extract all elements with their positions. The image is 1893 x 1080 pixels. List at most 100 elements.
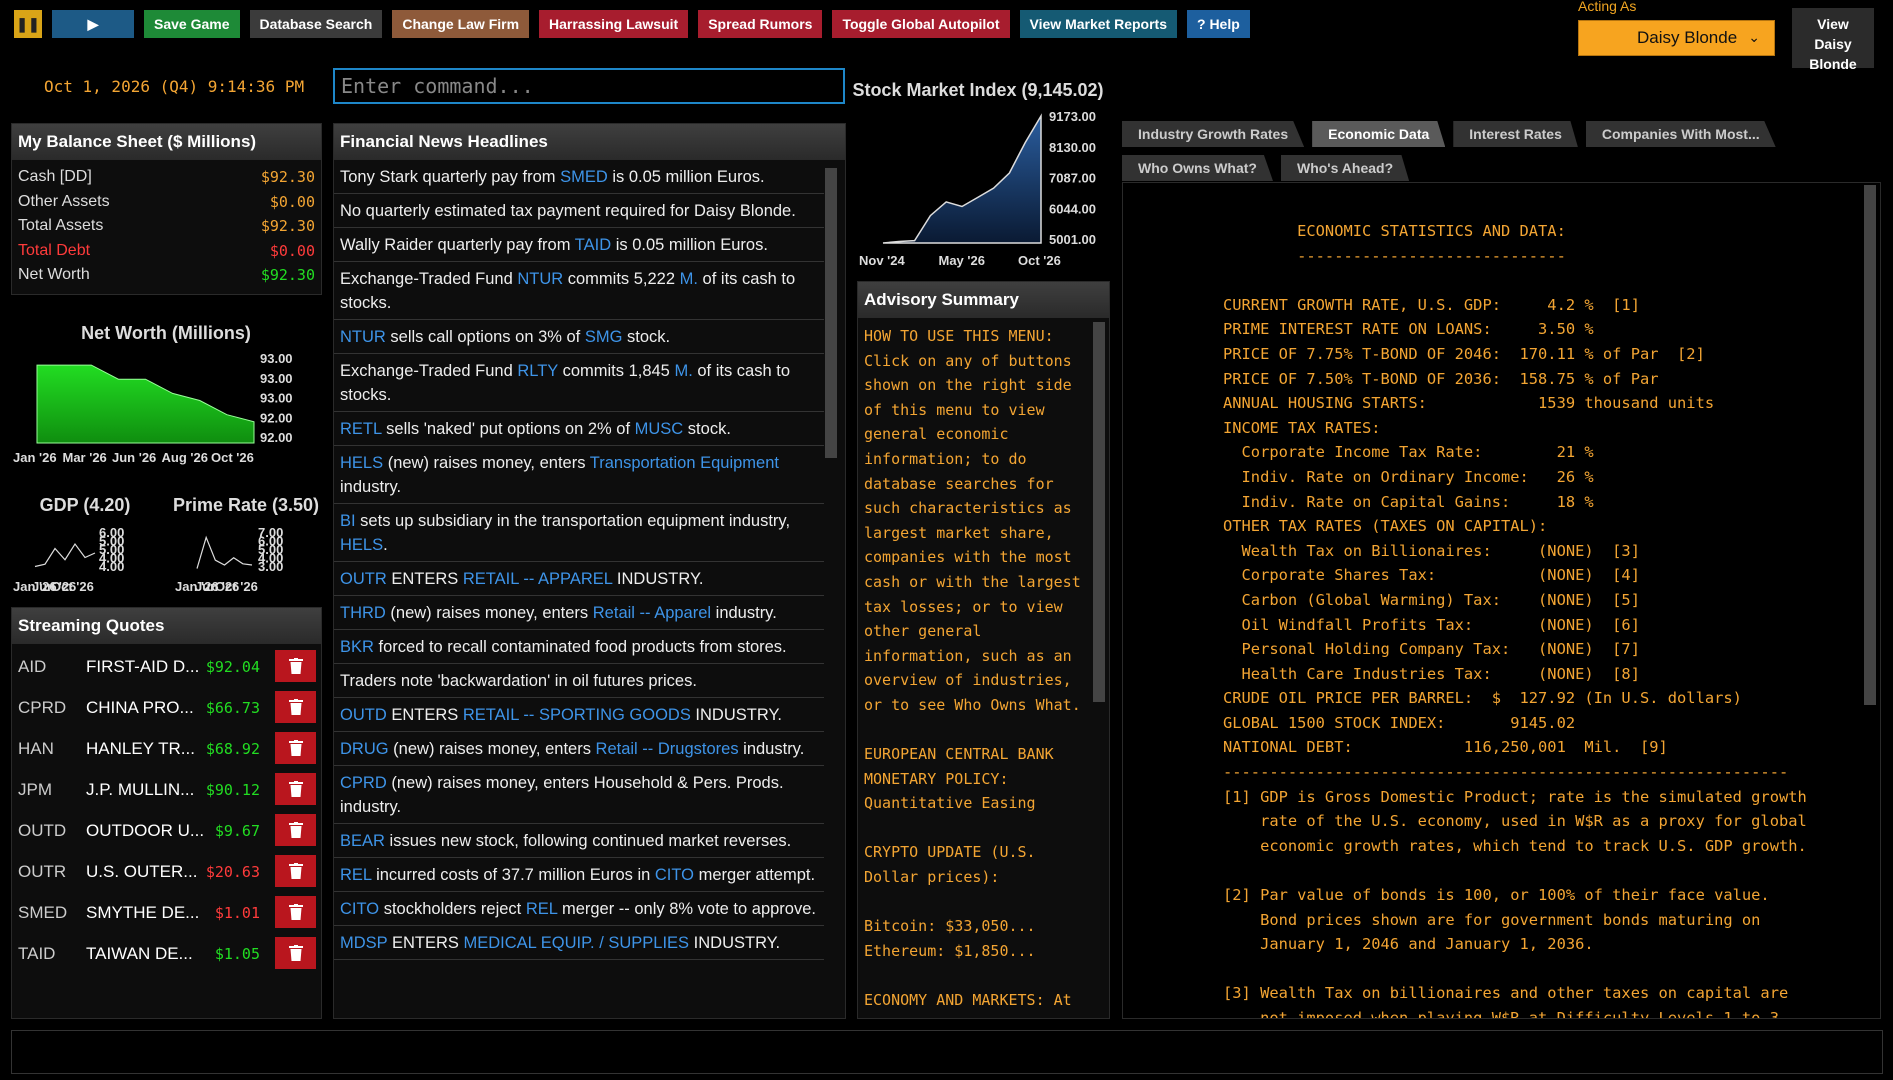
news-link[interactable]: MDSP — [340, 934, 387, 952]
news-link[interactable]: MUSC — [635, 420, 684, 438]
harrassing-lawsuit-button[interactable]: Harrassing Lawsuit — [539, 10, 689, 38]
news-item: Exchange-Traded Fund NTUR commits 5,222 … — [334, 262, 824, 320]
balance-value: $92.30 — [260, 168, 315, 187]
news-panel: Financial News Headlines Tony Stark quar… — [333, 123, 846, 1019]
news-link[interactable]: Retail -- Drugstores — [596, 740, 739, 758]
quote-row[interactable]: SMED SMYTHE DE... $1.01 — [12, 892, 321, 933]
remove-quote-button[interactable] — [275, 732, 316, 764]
news-link[interactable]: NTUR — [340, 328, 386, 346]
news-link[interactable]: HELS — [340, 454, 383, 472]
remove-quote-button[interactable] — [275, 814, 316, 846]
tab-companies-with-most[interactable]: Companies With Most... — [1585, 121, 1776, 147]
chart-title: GDP (4.20) — [40, 495, 131, 515]
y-tick-label: 93.00 — [260, 391, 293, 406]
remove-quote-button[interactable] — [275, 937, 316, 969]
news-text: (new) raises money, enters — [385, 604, 593, 622]
quote-symbol: OUTR — [18, 861, 67, 881]
news-link[interactable]: OUTD — [340, 706, 387, 724]
view-player-button[interactable]: View Daisy Blonde — [1792, 8, 1874, 72]
news-link[interactable]: CITO — [340, 900, 379, 918]
remove-quote-button[interactable] — [275, 650, 316, 682]
news-text: Tony Stark quarterly pay from — [340, 168, 561, 186]
news-link[interactable]: RETAIL -- APPAREL — [463, 570, 612, 588]
quote-list: AID FIRST-AID D... $92.04 CPRD CHINA PRO... $… — [12, 644, 321, 974]
spread-rumors-button[interactable]: Spread Rumors — [698, 10, 823, 38]
streaming-quotes-title: Streaming Quotes — [12, 608, 321, 644]
econ-scrollbar[interactable] — [1864, 185, 1876, 705]
remove-quote-button[interactable] — [275, 896, 316, 928]
news-link[interactable]: CPRD — [340, 774, 387, 792]
tab-economic-data[interactable]: Economic Data — [1312, 121, 1446, 147]
news-link[interactable]: SMG — [585, 328, 623, 346]
play-button[interactable]: ▶ — [52, 10, 134, 38]
acting-as-select[interactable]: Daisy Blonde ⌄ — [1578, 20, 1775, 56]
quote-row[interactable]: TAID TAIWAN DE... $1.05 — [12, 933, 321, 974]
news-link[interactable]: HELS — [340, 536, 383, 554]
news-link[interactable]: DRUG — [340, 740, 389, 758]
view-market-reports-button[interactable]: View Market Reports — [1019, 10, 1177, 38]
news-link[interactable]: Transportation Equipment — [590, 454, 779, 472]
news-link[interactable]: NTUR — [517, 270, 563, 288]
news-text: No quarterly estimated tax payment requi… — [340, 202, 796, 220]
news-link[interactable]: RETAIL -- SPORTING GOODS — [463, 706, 691, 724]
x-tick-label: Jun '26 — [112, 450, 156, 465]
balance-row: Other Assets $0.00 — [12, 190, 321, 215]
news-link[interactable]: RLTY — [517, 362, 558, 380]
toggle-autopilot-button[interactable]: Toggle Global Autopilot — [832, 10, 1010, 38]
news-text: sets up subsidiary in the transportation… — [355, 512, 791, 530]
news-link[interactable]: SMED — [560, 168, 608, 186]
balance-label: Cash [DD] — [18, 168, 92, 186]
news-text: ENTERS — [386, 570, 463, 588]
news-link[interactable]: MEDICAL EQUIP. / SUPPLIES — [463, 934, 689, 952]
save-game-button[interactable]: Save Game — [144, 10, 240, 38]
tab-who-owns-what[interactable]: Who Owns What? — [1122, 155, 1273, 181]
quote-row[interactable]: AID FIRST-AID D... $92.04 — [12, 646, 321, 687]
news-link[interactable]: BEAR — [340, 832, 385, 850]
news-text: merger -- only 8% vote to approve. — [557, 900, 816, 918]
pause-button[interactable]: ❚❚ — [14, 10, 42, 38]
news-item: BEAR issues new stock, following continu… — [334, 824, 824, 858]
quote-symbol: TAID — [18, 943, 56, 963]
news-item: Wally Raider quarterly pay from TAID is … — [334, 228, 824, 262]
remove-quote-button[interactable] — [275, 855, 316, 887]
change-law-firm-button[interactable]: Change Law Firm — [392, 10, 530, 38]
quote-row[interactable]: HAN HANLEY TR... $68.92 — [12, 728, 321, 769]
news-text: sells 'naked' put options on 2% of — [381, 420, 635, 438]
news-link[interactable]: RETL — [340, 420, 382, 438]
quote-name: J.P. MULLIN... — [86, 779, 195, 799]
news-link[interactable]: REL — [526, 900, 558, 918]
news-link[interactable]: OUTR — [340, 570, 387, 588]
quote-row[interactable]: CPRD CHINA PRO... $66.73 — [12, 687, 321, 728]
news-scrollbar[interactable] — [825, 168, 837, 458]
chart-area — [882, 113, 1042, 244]
economic-data-text: ECONOMIC STATISTICS AND DATA: ----------… — [1223, 222, 1807, 1019]
remove-quote-button[interactable] — [275, 773, 316, 805]
news-text: ENTERS — [387, 934, 464, 952]
quote-row[interactable]: OUTR U.S. OUTER... $20.63 — [12, 851, 321, 892]
news-link[interactable]: THRD — [340, 604, 386, 622]
quote-row[interactable]: OUTD OUTDOOR U... $9.67 — [12, 810, 321, 851]
quote-row[interactable]: JPM J.P. MULLIN... $90.12 — [12, 769, 321, 810]
remove-quote-button[interactable] — [275, 691, 316, 723]
news-link[interactable]: Retail -- Apparel — [593, 604, 711, 622]
pause-icon: ❚❚ — [16, 15, 40, 32]
news-link[interactable]: BI — [340, 512, 356, 530]
advisory-scrollbar[interactable] — [1093, 322, 1105, 702]
command-input[interactable]: Enter command... — [333, 68, 845, 104]
news-item: OUTD ENTERS RETAIL -- SPORTING GOODS IND… — [334, 698, 824, 732]
news-text: ENTERS — [386, 706, 463, 724]
news-link[interactable]: CITO — [655, 866, 694, 884]
tab-industry-growth-rates[interactable]: Industry Growth Rates — [1122, 121, 1305, 147]
tab-interest-rates[interactable]: Interest Rates — [1453, 121, 1578, 147]
help-button[interactable]: ? Help — [1187, 10, 1250, 38]
database-search-button[interactable]: Database Search — [249, 10, 383, 38]
y-tick-label: 6044.00 — [1049, 201, 1096, 216]
news-link[interactable]: BKR — [340, 638, 374, 656]
tab-who-s-ahead[interactable]: Who's Ahead? — [1280, 155, 1410, 181]
quote-price: $1.01 — [214, 903, 260, 922]
news-link[interactable]: TAID — [575, 236, 611, 254]
news-link[interactable]: REL — [340, 866, 372, 884]
quote-name: U.S. OUTER... — [86, 861, 198, 881]
news-link[interactable]: M. — [674, 362, 692, 380]
news-link[interactable]: M. — [680, 270, 698, 288]
